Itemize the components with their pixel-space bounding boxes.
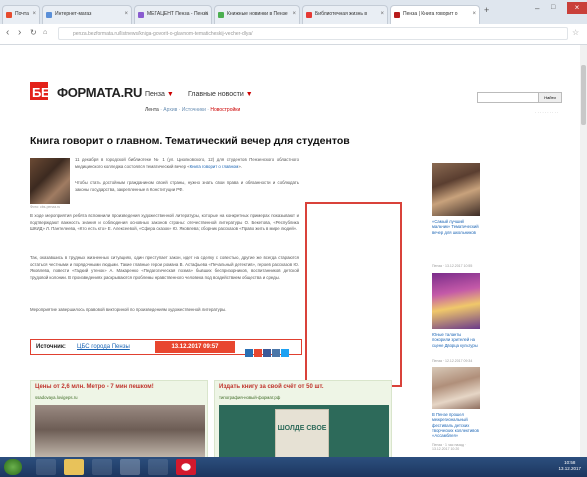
close-icon[interactable]: × <box>472 11 476 17</box>
ad-title[interactable]: Издать книгу за свой счёт от 50 шт. <box>219 384 324 390</box>
minimize-button[interactable]: – <box>535 4 539 13</box>
share-facebook-icon[interactable] <box>263 349 271 357</box>
ad-image[interactable] <box>35 405 205 460</box>
share-vk-icon[interactable] <box>272 349 280 357</box>
article-paragraph: В ходе мероприятия ребята вспомнили прои… <box>30 213 299 231</box>
window-close-button[interactable]: × <box>567 2 587 14</box>
taskbar-opera-icon[interactable] <box>176 459 196 475</box>
maximize-button[interactable]: □ <box>551 4 555 11</box>
source-date: 13.12.2017 09:57 <box>155 341 235 353</box>
taskbar-ie-icon[interactable] <box>36 459 56 475</box>
share-twitter-icon[interactable] <box>281 349 289 357</box>
ad-source: ssadovaya.lovigeps.ru <box>35 395 78 400</box>
favicon-icon <box>306 12 312 18</box>
chevron-down-icon: ▼ <box>166 91 174 98</box>
browser-tab[interactable]: Почта × <box>2 5 40 24</box>
taskbar: 10:58 13.12.2017 <box>0 457 587 477</box>
ad-placeholder[interactable] <box>305 202 402 387</box>
article-photo[interactable] <box>30 158 70 204</box>
favicon-icon <box>394 12 400 18</box>
back-icon[interactable]: ‹ <box>6 28 9 38</box>
browser-tab[interactable]: МЕГАЦЕНТ Пенза - Пенза × <box>134 5 212 24</box>
article-inline-link[interactable]: Книга говорит о главном <box>190 164 239 169</box>
article-paragraph: Так, оказавшись в трудных жизненных ситу… <box>30 255 299 280</box>
taskbar-app-icon[interactable] <box>148 459 168 475</box>
sidebar-photo[interactable] <box>432 367 480 409</box>
bookmark-star-icon[interactable]: ☆ <box>572 28 579 38</box>
main-news-menu[interactable]: Главные новости ▼ <box>188 91 253 98</box>
sidebar-news-title[interactable]: Юные таланты покорили зрителей на сцене … <box>432 332 480 348</box>
photo-caption: Фото: cbs-penza.ru <box>30 205 61 209</box>
sidebar-news-meta: Пенза · 13.12.2017 10:55 <box>432 264 473 268</box>
chevron-down-icon: ▼ <box>245 91 253 98</box>
share-mail-icon[interactable] <box>245 349 253 357</box>
close-icon[interactable]: × <box>380 11 384 17</box>
browser-tab[interactable]: Библиотечная жизнь в × <box>302 5 388 24</box>
vertical-scrollbar[interactable] <box>580 45 587 457</box>
sidebar-news-title[interactable]: «Самый лучший мальчик» Тематический вече… <box>432 219 480 235</box>
article-paragraph: Мероприятие завершилось правовой виктори… <box>30 307 227 312</box>
close-icon[interactable]: × <box>32 11 36 17</box>
nav-link-sources[interactable]: Источники <box>182 107 206 113</box>
search-button[interactable]: Найти <box>538 92 562 103</box>
sidebar-news-meta: Пенза · 12.12.2017 09:34 <box>432 359 473 363</box>
nav-link-archive[interactable]: Архив <box>163 107 177 113</box>
ad-title[interactable]: Цены от 2,6 млн. Метро - 7 мин пешком! <box>35 384 154 390</box>
close-icon[interactable]: × <box>204 11 208 17</box>
taskbar-folder-icon[interactable] <box>64 459 84 475</box>
source-label: Источник: <box>36 344 66 350</box>
header-link[interactable]: · · · · · · · · · · <box>535 110 558 115</box>
close-icon[interactable]: × <box>292 11 296 17</box>
share-buttons <box>245 344 290 362</box>
article-paragraph: 11 декабря в городской библиотеке № 1 (у… <box>75 157 299 169</box>
sub-nav: Лента · Архив · Источники · Новостройки <box>145 107 241 113</box>
nav-link-feed[interactable]: Лента <box>145 107 159 113</box>
city-menu[interactable]: Пенза ▼ <box>145 91 174 98</box>
sidebar-news-meta: Пенза · 1 час назад · 13.12.2017 10:20 <box>432 443 467 451</box>
share-ok-icon[interactable] <box>254 349 262 357</box>
address-bar: ‹ › ↻ ⌂ penza.bezformata.ru/listnews/kni… <box>0 24 587 45</box>
nav-link-newbuildings[interactable]: Новостройки <box>210 107 240 113</box>
clock[interactable]: 10:58 13.12.2017 <box>558 460 581 472</box>
site-logo[interactable]: БЕЗФОРМАТА.RU <box>32 85 142 100</box>
reload-icon[interactable]: ↻ <box>30 28 37 38</box>
forward-icon[interactable]: › <box>18 28 21 38</box>
favicon-icon <box>138 12 144 18</box>
sidebar-photo[interactable] <box>432 163 480 216</box>
browser-tab-bar: Почта × Интернет-магаз × МЕГАЦЕНТ Пенза - … <box>0 0 587 25</box>
favicon-icon <box>218 12 224 18</box>
ad-widget[interactable]: Цены от 2,6 млн. Метро - 7 мин пешком! s… <box>30 380 208 463</box>
sidebar-photo[interactable] <box>432 273 480 329</box>
url-input[interactable]: penza.bezformata.ru/listnews/kniga-govor… <box>58 27 568 40</box>
favicon-icon <box>46 12 52 18</box>
taskbar-app-icon[interactable] <box>92 459 112 475</box>
search-input[interactable] <box>477 92 539 103</box>
source-link[interactable]: ЦБС города Пензы <box>77 344 130 350</box>
article-title: Книга говорит о главном. Тематический ве… <box>30 135 350 147</box>
home-icon[interactable]: ⌂ <box>43 28 47 38</box>
book-cover: ШОЛДЕ СВОЕ <box>275 409 329 459</box>
sidebar-news-title[interactable]: В Пензе прошел межрегиональный фестиваль… <box>432 412 480 438</box>
favicon-icon <box>6 12 12 18</box>
browser-tab[interactable]: Интернет-магаз × <box>42 5 132 24</box>
start-button[interactable] <box>4 459 22 475</box>
article-paragraph: Чтобы стать достойным гражданином своей … <box>75 180 299 192</box>
ad-source: типография-новый-формат.рф <box>219 395 281 400</box>
browser-tab[interactable]: Книжные новинки в Пензе × <box>214 5 300 24</box>
scrollbar-thumb[interactable] <box>581 65 586 125</box>
taskbar-app-icon[interactable] <box>120 459 140 475</box>
ad-widget[interactable]: Издать книгу за свой счёт от 50 шт. типо… <box>214 380 392 463</box>
new-tab-button[interactable]: + <box>484 5 489 15</box>
close-icon[interactable]: × <box>124 11 128 17</box>
browser-tab-active[interactable]: Пенза | Книга говорит о × <box>390 5 480 24</box>
